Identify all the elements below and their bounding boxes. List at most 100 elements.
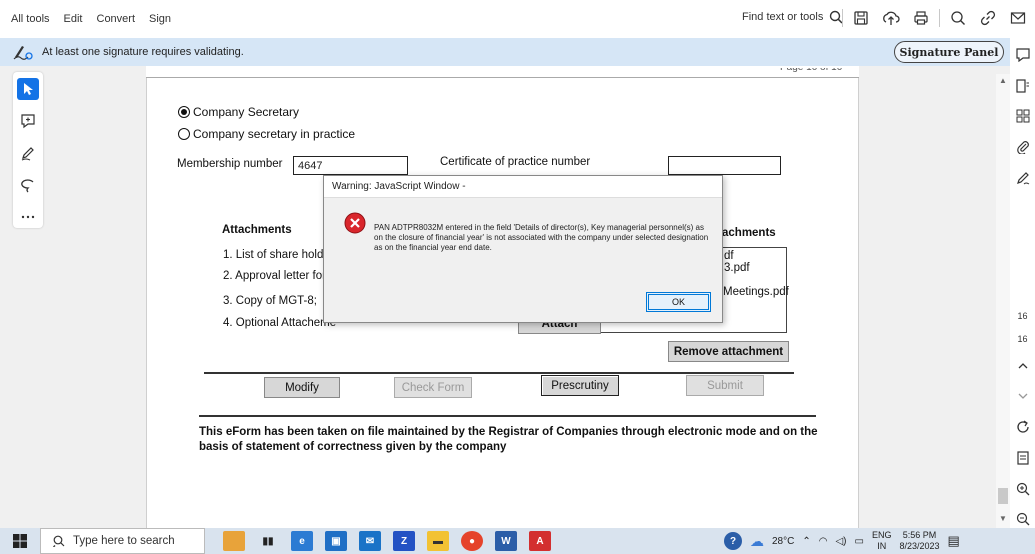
zoom-app-icon[interactable]: Z	[393, 531, 415, 551]
save-icon[interactable]	[849, 6, 873, 30]
modify-button[interactable]: Modify	[264, 377, 340, 398]
acrobat-icon[interactable]: A	[529, 531, 551, 551]
people-app-icon[interactable]	[223, 531, 245, 551]
javascript-warning-dialog: Warning: JavaScript Window - PAN ADTPR80…	[323, 175, 723, 323]
menu-edit[interactable]: Edit	[64, 13, 83, 25]
date-label: 8/23/2023	[899, 541, 940, 551]
find-tools[interactable]: Find text or tools	[742, 10, 843, 24]
keyboard-icon[interactable]: ▭	[855, 536, 864, 547]
membership-number-field[interactable]: 4647	[293, 156, 408, 175]
draw-tool-button[interactable]	[17, 142, 39, 164]
lasso-icon	[21, 179, 34, 193]
attached-file[interactable]: 3.pdf	[724, 262, 750, 274]
comment-tool-button[interactable]	[17, 110, 39, 132]
taskbar-search-placeholder: Type here to search	[73, 535, 175, 547]
mail-icon[interactable]	[1006, 6, 1030, 30]
scroll-down-arrow-icon[interactable]: ▼	[999, 514, 1007, 523]
radio-company-secretary-practice[interactable]: Company secretary in practice	[178, 127, 355, 141]
lasso-tool-button[interactable]	[17, 174, 39, 196]
volume-icon[interactable]: ◁)	[835, 536, 846, 547]
upload-cloud-icon[interactable]	[879, 6, 903, 30]
attachment-item: 1. List of share holders	[223, 249, 340, 261]
language-indicator[interactable]: ENG IN	[872, 530, 892, 552]
find-tools-label: Find text or tools	[742, 11, 824, 23]
radio-label: Company secretary in practice	[193, 127, 356, 141]
radio-company-secretary[interactable]: Company Secretary	[178, 105, 299, 119]
chevron-up-icon[interactable]: ⌃	[802, 536, 810, 547]
menu-convert[interactable]: Convert	[97, 13, 136, 25]
page-top-edge	[146, 66, 859, 78]
page-fit-icon[interactable]	[1014, 449, 1032, 467]
divider	[842, 9, 843, 27]
certificate-number-field[interactable]	[668, 156, 781, 175]
scrollbar-thumb[interactable]	[998, 488, 1008, 504]
bookmark-panel-icon[interactable]	[1014, 77, 1032, 95]
network-icon[interactable]: ◠	[819, 536, 828, 547]
task-view-icon[interactable]: ▮▮	[257, 531, 279, 551]
radio-label: Company Secretary	[193, 105, 300, 119]
menu-all-tools[interactable]: All tools	[11, 13, 50, 25]
dialog-message: PAN ADTPR8032M entered in the field 'Det…	[374, 223, 709, 252]
thumbnails-icon[interactable]	[1014, 107, 1032, 125]
help-icon[interactable]: ?	[724, 532, 742, 550]
attachment-icon[interactable]	[1014, 138, 1032, 156]
signature-pen-icon	[13, 46, 33, 60]
chevron-down-icon[interactable]	[1014, 388, 1032, 406]
comment-panel-icon[interactable]	[1014, 46, 1032, 64]
clock[interactable]: 5:56 PM 8/23/2023	[899, 530, 939, 552]
certificate-number-label: Certificate of practice number	[440, 156, 591, 168]
start-button[interactable]	[0, 528, 40, 554]
vertical-scrollbar[interactable]: ▲ ▼	[996, 74, 1010, 528]
store-icon[interactable]: ▣	[325, 531, 347, 551]
submit-button[interactable]: Submit	[686, 375, 764, 396]
language-label: ENG	[871, 530, 892, 540]
weather-temp[interactable]: 28°C	[772, 536, 794, 547]
comment-icon	[21, 114, 35, 129]
refresh-icon[interactable]	[1014, 418, 1032, 436]
more-tools-button[interactable]	[17, 206, 39, 228]
attached-file[interactable]: Meetings.pdf	[723, 286, 789, 298]
prescrutiny-button[interactable]: Prescrutiny	[541, 375, 619, 396]
taskbar-search-box[interactable]: Type here to search	[40, 528, 205, 554]
dialog-title: Warning: JavaScript Window -	[324, 176, 722, 198]
link-icon[interactable]	[976, 6, 1000, 30]
chevron-up-icon[interactable]	[1014, 357, 1032, 375]
file-explorer-icon[interactable]: ▬	[427, 531, 449, 551]
toolbar-icons	[842, 6, 1030, 30]
divider	[204, 372, 794, 374]
attached-file[interactable]: df	[724, 250, 734, 262]
chrome-icon[interactable]: ●	[461, 531, 483, 551]
word-icon[interactable]: W	[495, 531, 517, 551]
signature-banner: At least one signature requires validati…	[0, 38, 1010, 66]
zoom-search-icon[interactable]	[946, 6, 970, 30]
divider	[939, 9, 940, 27]
attachment-item: 4. Optional Attacheme	[223, 317, 337, 329]
error-icon	[344, 212, 366, 234]
mail-app-icon[interactable]: ✉	[359, 531, 381, 551]
attachments-heading: Attachments	[222, 224, 292, 236]
print-icon[interactable]	[909, 6, 933, 30]
signature-message: At least one signature requires validati…	[42, 46, 244, 58]
ok-button[interactable]: OK	[646, 292, 711, 312]
eform-declaration-text: This eForm has been taken on file mainta…	[199, 426, 818, 453]
membership-number-label: Membership number	[177, 158, 283, 170]
signature-icon[interactable]	[1014, 169, 1032, 187]
menu-sign[interactable]: Sign	[149, 13, 171, 25]
page-number: 16	[1017, 310, 1028, 321]
select-tool-button[interactable]	[17, 78, 39, 100]
weather-icon[interactable]: ☁	[750, 533, 764, 550]
check-form-button[interactable]: Check Form	[394, 377, 472, 398]
zoom-out-icon[interactable]	[1014, 510, 1032, 528]
zoom-in-icon[interactable]	[1014, 480, 1032, 498]
search-icon	[53, 535, 65, 547]
page-number: 16	[1017, 333, 1028, 344]
edge-browser-icon[interactable]: e	[291, 531, 313, 551]
scroll-up-arrow-icon[interactable]: ▲	[999, 76, 1007, 85]
notifications-icon[interactable]: ▤	[948, 533, 960, 549]
signature-panel-button[interactable]: Signature Panel	[894, 41, 1004, 63]
taskbar-apps: ▮▮ e ▣ ✉ Z ▬ ● W A	[223, 531, 551, 551]
system-tray: ? ☁ 28°C ⌃ ◠ ◁) ▭ ENG IN 5:56 PM 8/23/20…	[724, 528, 960, 554]
remove-attachment-button[interactable]: Remove attachment	[668, 341, 789, 362]
right-sidebar: 16 16	[1010, 38, 1035, 528]
windows-icon	[13, 534, 27, 548]
